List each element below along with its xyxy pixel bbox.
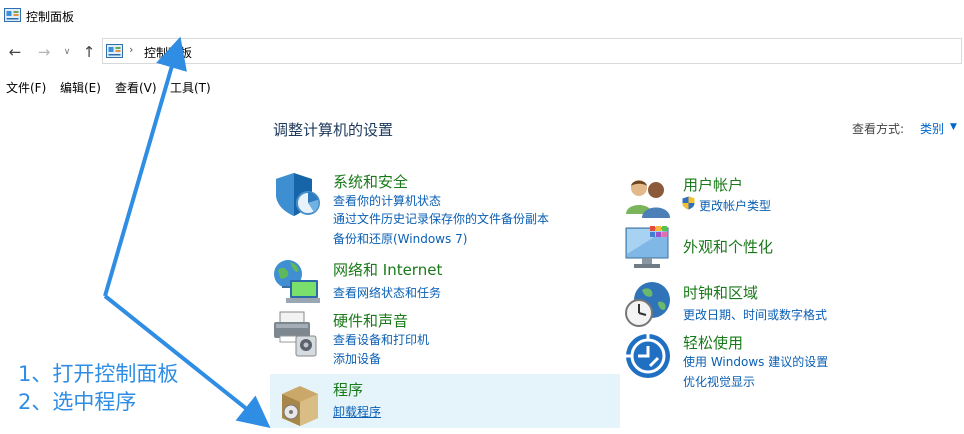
link-view-computer-status[interactable]: 查看你的计算机状态: [333, 192, 441, 209]
up-arrow-icon[interactable]: ↑: [78, 40, 100, 64]
users-icon[interactable]: [624, 174, 672, 222]
category-network-title[interactable]: 网络和 Internet: [333, 259, 442, 280]
menu-bar: 文件(F) 编辑(E) 查看(V) 工具(T): [0, 76, 964, 98]
printer-icon[interactable]: [272, 310, 320, 358]
menu-tools[interactable]: 工具(T): [170, 79, 211, 96]
category-appearance-title[interactable]: 外观和个性化: [683, 236, 773, 257]
network-globe-icon[interactable]: [272, 258, 320, 306]
annotation-step-2: 2、选中程序: [18, 390, 137, 414]
breadcrumb-separator-icon[interactable]: ›: [129, 43, 133, 56]
category-programs-title[interactable]: 程序: [333, 379, 363, 400]
navigation-bar: ← → ∨ ↑ › 控制面板: [0, 36, 964, 68]
title-bar: 控制面板: [0, 0, 964, 32]
programs-box-icon[interactable]: [276, 380, 324, 428]
category-system-security-title[interactable]: 系统和安全: [333, 171, 408, 192]
clock-globe-icon[interactable]: [624, 280, 672, 328]
ease-of-access-icon[interactable]: [624, 332, 672, 380]
back-arrow-icon[interactable]: ←: [3, 40, 27, 64]
link-add-device[interactable]: 添加设备: [333, 350, 381, 367]
menu-edit[interactable]: 编辑(E): [60, 79, 101, 96]
view-by-dropdown[interactable]: 类别: [920, 120, 944, 137]
link-optimize-visual-display[interactable]: 优化视觉显示: [683, 373, 755, 390]
link-windows-recommended-settings[interactable]: 使用 Windows 建议的设置: [683, 353, 828, 370]
link-change-account-type[interactable]: 更改帐户类型: [699, 197, 771, 214]
address-bar[interactable]: › 控制面板: [102, 38, 962, 64]
breadcrumb-control-panel[interactable]: 控制面板: [144, 44, 192, 61]
annotation-step-1: 1、打开控制面板: [18, 362, 179, 386]
view-by-label: 查看方式:: [852, 122, 905, 136]
forward-arrow-icon[interactable]: →: [32, 40, 56, 64]
category-user-accounts-title[interactable]: 用户帐户: [683, 174, 743, 195]
recent-locations-chevron-icon[interactable]: ∨: [60, 40, 74, 64]
menu-view[interactable]: 查看(V): [115, 79, 157, 96]
link-change-date-time-format[interactable]: 更改日期、时间或数字格式: [683, 306, 827, 323]
control-panel-icon: [106, 44, 123, 58]
link-backup-restore[interactable]: 备份和还原(Windows 7): [333, 230, 467, 247]
uac-shield-icon: [682, 196, 695, 210]
shield-icon[interactable]: [272, 170, 320, 218]
window-title: 控制面板: [26, 10, 75, 24]
link-file-history-backup[interactable]: 通过文件历史记录保存你的文件备份副本: [333, 210, 549, 227]
menu-file[interactable]: 文件(F): [6, 79, 46, 96]
dropdown-caret-icon[interactable]: ▼: [950, 122, 957, 132]
page-title: 调整计算机的设置: [273, 121, 394, 139]
link-devices-printers[interactable]: 查看设备和打印机: [333, 331, 429, 348]
monitor-personalization-icon[interactable]: [624, 224, 672, 272]
link-uninstall-program[interactable]: 卸载程序: [333, 403, 381, 420]
control-panel-icon: [4, 8, 21, 22]
category-clock-region-title[interactable]: 时钟和区域: [683, 282, 758, 303]
category-ease-of-access-title[interactable]: 轻松使用: [683, 332, 743, 353]
category-hardware-sound-title[interactable]: 硬件和声音: [333, 310, 408, 331]
link-network-status[interactable]: 查看网络状态和任务: [333, 284, 441, 301]
